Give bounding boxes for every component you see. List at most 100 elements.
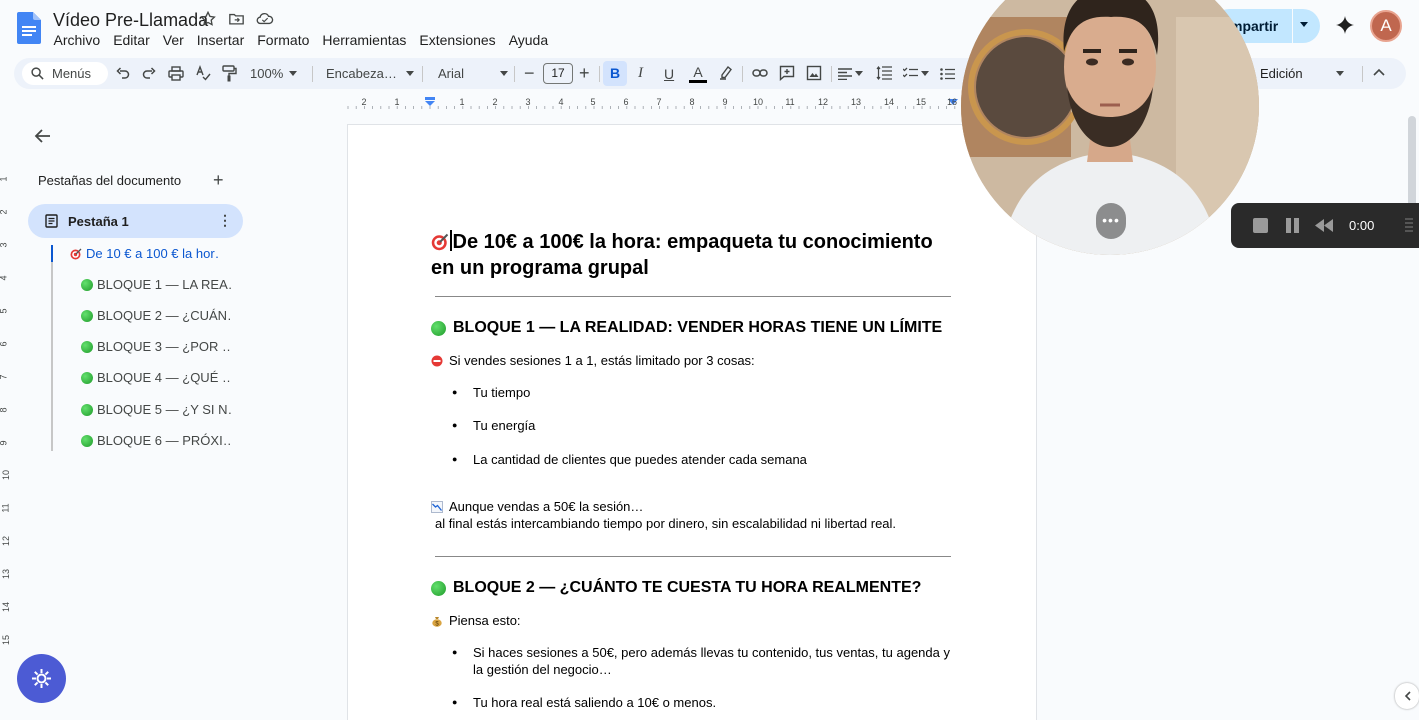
paint-format-icon[interactable] — [222, 65, 237, 82]
outline-item-bloque-4[interactable]: BLOQUE 4 — ¿QUÉ … — [81, 370, 231, 385]
menu-formato[interactable]: Formato — [251, 31, 316, 49]
bold-button[interactable]: B — [603, 61, 627, 86]
menu-herramientas[interactable]: Herramientas — [316, 31, 413, 49]
side-panel-toggle-button[interactable] — [1395, 683, 1419, 709]
green-circle-icon — [81, 434, 93, 447]
list-item[interactable]: Tu energía — [452, 417, 953, 434]
webcam-options-icon[interactable]: ••• — [1096, 203, 1126, 239]
ruler-number: 12 — [817, 97, 829, 107]
no-entry-icon — [431, 355, 443, 366]
green-circle-icon — [431, 320, 446, 336]
editing-mode-select[interactable]: Edición — [1260, 58, 1344, 89]
user-avatar[interactable]: A — [1370, 10, 1402, 42]
add-comment-icon[interactable] — [779, 65, 795, 81]
block1-note-text: al final estás intercambiando tiempo por… — [435, 516, 897, 531]
block2-intro[interactable]: $ Piensa esto: — [431, 613, 521, 628]
menu-bar: Archivo Editar Ver Insertar Formato Herr… — [47, 31, 555, 49]
document-heading[interactable]: De 10€ a 100€ la hora: empaqueta tu cono… — [431, 229, 951, 281]
ruler-number: 11 — [0, 503, 11, 513]
text-color-button[interactable]: A — [689, 58, 707, 89]
left-indent-marker-icon[interactable] — [425, 97, 435, 107]
menu-ver[interactable]: Ver — [156, 31, 190, 49]
menu-extensiones[interactable]: Extensiones — [413, 31, 502, 49]
document-page[interactable]: De 10€ a 100€ la hora: empaqueta tu cono… — [347, 124, 1037, 720]
increase-font-size-button[interactable]: + — [579, 58, 590, 89]
font-size-input[interactable]: 17 — [543, 63, 573, 84]
italic-button[interactable]: I — [638, 58, 643, 89]
block1-note-line2[interactable]: al final estás intercambiando tiempo por… — [435, 516, 896, 531]
outline-item-bloque-6[interactable]: BLOQUE 6 — PRÓXI… — [81, 433, 231, 448]
stop-icon[interactable] — [1253, 218, 1268, 233]
back-arrow-icon[interactable] — [33, 126, 53, 146]
star-icon[interactable] — [200, 10, 218, 29]
undo-icon[interactable] — [116, 66, 130, 80]
ruler-number: 13 — [850, 97, 862, 107]
menu-ayuda[interactable]: Ayuda — [502, 31, 554, 49]
block2-heading[interactable]: BLOQUE 2 — ¿CUÁNTO TE CUESTA TU HORA REA… — [431, 579, 921, 597]
list-item[interactable]: La cantidad de clientes que puedes atend… — [452, 451, 953, 468]
decrease-font-size-button[interactable]: − — [524, 58, 535, 89]
outline-item-label: BLOQUE 6 — PRÓXI… — [97, 433, 231, 448]
share-dropdown-icon[interactable] — [1300, 22, 1308, 27]
add-tab-button[interactable]: + — [213, 170, 224, 191]
document-tab-icon — [45, 214, 58, 228]
docs-logo-icon[interactable] — [17, 12, 41, 44]
list-item[interactable]: Tu tiempo — [452, 384, 953, 401]
redo-icon[interactable] — [142, 66, 156, 80]
spellcheck-icon[interactable] — [195, 65, 211, 81]
insert-link-icon[interactable] — [752, 67, 768, 79]
outline-item-bloque-2[interactable]: BLOQUE 2 — ¿CUÁN… — [81, 308, 231, 323]
font-family-value: Arial — [438, 66, 465, 81]
toolbar-divider — [312, 66, 313, 82]
menu-editar[interactable]: Editar — [107, 31, 157, 49]
outline-item-bloque-1[interactable]: BLOQUE 1 — LA REA… — [81, 277, 231, 292]
paragraph-style-select[interactable]: Encabeza… — [326, 58, 414, 89]
ruler-number: 13 — [1, 568, 12, 580]
ruler-number: 7 — [656, 97, 662, 107]
drag-handle-icon[interactable] — [1405, 218, 1413, 234]
checklist-select[interactable] — [903, 58, 929, 89]
vertical-ruler[interactable]: 1 2 3 4 5 6 7 8 9 10 11 12 13 14 15 — [0, 118, 12, 718]
horizontal-ruler[interactable]: 2 1 1 2 3 4 5 6 7 8 9 10 11 12 13 14 15 … — [346, 94, 958, 110]
outline-item-title[interactable]: De 10 € a 100 € la hor… — [70, 246, 220, 261]
move-folder-icon[interactable] — [228, 11, 246, 29]
rewind-icon[interactable] — [1315, 219, 1333, 232]
cloud-status-icon[interactable] — [256, 11, 274, 29]
pause-icon[interactable] — [1286, 218, 1300, 233]
highlight-icon[interactable] — [719, 65, 734, 80]
block1-intro[interactable]: Si vendes sesiones 1 a 1, estás limitado… — [431, 353, 755, 368]
tab-pestana-1[interactable]: Pestaña 1 ⋮ — [28, 204, 243, 238]
text-cursor — [450, 230, 452, 251]
list-item[interactable]: Si haces sesiones a 50€, pero además lle… — [452, 644, 953, 678]
chevron-down-icon — [500, 71, 508, 76]
block1-note-text: Aunque vendas a 50€ la sesión… — [449, 499, 644, 514]
insert-image-icon[interactable] — [806, 65, 822, 81]
assistant-fab-button[interactable] — [17, 654, 66, 703]
ruler-tick-marks — [347, 106, 956, 109]
bulleted-list-select[interactable] — [940, 58, 955, 89]
menu-archivo[interactable]: Archivo — [47, 31, 107, 49]
collapse-menus-icon[interactable] — [1373, 68, 1385, 76]
outline-item-bloque-5[interactable]: BLOQUE 5 — ¿Y SI N… — [81, 402, 231, 417]
zoom-select[interactable]: 100% — [250, 58, 298, 89]
print-icon[interactable] — [168, 66, 184, 81]
menu-insertar[interactable]: Insertar — [190, 31, 250, 49]
font-family-select[interactable]: Arial — [438, 58, 508, 89]
align-select[interactable] — [838, 58, 863, 89]
outline-item-bloque-3[interactable]: BLOQUE 3 — ¿POR … — [81, 339, 231, 354]
document-title[interactable]: Vídeo Pre-Llamada — [53, 10, 208, 31]
more-options-icon[interactable]: ⋮ — [218, 212, 232, 229]
block1-note-line1[interactable]: Aunque vendas a 50€ la sesión… — [431, 499, 643, 514]
line-spacing-icon[interactable] — [876, 66, 892, 80]
document-heading-text: De 10€ a 100€ la hora: empaqueta tu cono… — [431, 231, 933, 279]
list-item-text: Si haces sesiones a 50€, pero además lle… — [473, 645, 950, 677]
gemini-sparkle-icon[interactable] — [1335, 15, 1355, 35]
list-item[interactable]: Tu hora real está saliendo a 10€ o menos… — [452, 694, 953, 711]
block1-heading[interactable]: BLOQUE 1 — LA REALIDAD: VENDER HORAS TIE… — [431, 319, 942, 337]
chevron-down-icon — [406, 71, 414, 76]
menu-search-box[interactable]: Menús — [22, 62, 108, 85]
toolbar-divider — [831, 66, 832, 82]
scrollbar-thumb[interactable] — [1408, 116, 1416, 212]
outline-item-label: BLOQUE 1 — LA REA… — [97, 277, 231, 292]
underline-button[interactable]: U — [664, 58, 674, 89]
